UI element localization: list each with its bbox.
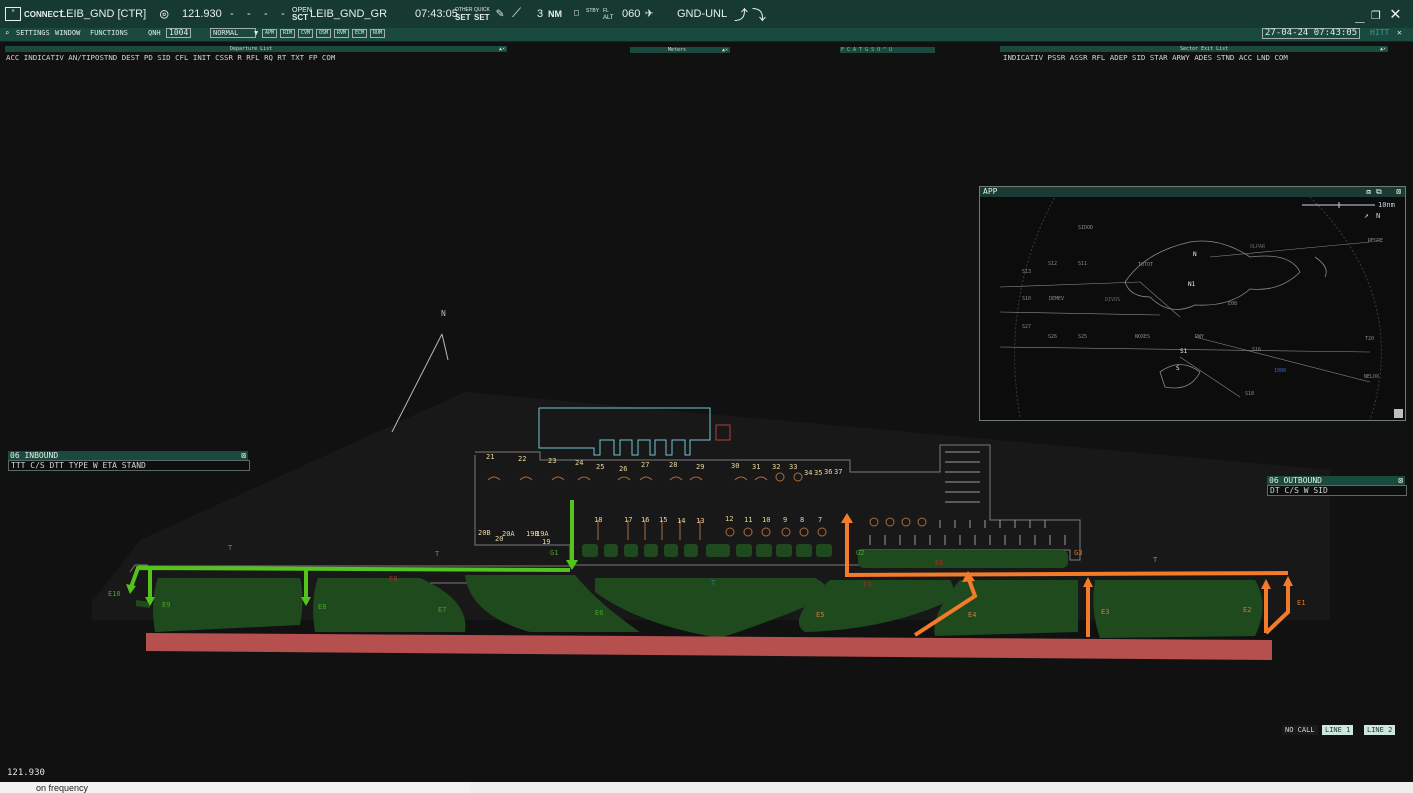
- app-window-controls-icon[interactable]: ⧈ ⧉ ⊠: [1366, 187, 1401, 197]
- fix-noxes[interactable]: NOXES: [1135, 334, 1150, 340]
- fix-nelox[interactable]: NELOX: [1364, 374, 1379, 380]
- line-1-button[interactable]: LINE 1: [1322, 725, 1354, 735]
- fix-s25[interactable]: S25: [1078, 334, 1087, 340]
- fix-demev[interactable]: DEMEV: [1049, 296, 1064, 302]
- app-coastline: [1124, 240, 1327, 389]
- fix-s10[interactable]: S10: [1022, 296, 1031, 302]
- inbound-titlebar[interactable]: 06 INBOUND ⊠: [8, 451, 248, 460]
- app-title: APP: [983, 187, 998, 196]
- app-radar-map[interactable]: [980, 197, 1405, 420]
- fix-s11[interactable]: S11: [1078, 261, 1087, 267]
- fix-s16[interactable]: S16: [1252, 347, 1261, 353]
- outbound-titlebar[interactable]: 06 OUTBOUND ⊠: [1267, 476, 1405, 485]
- fix-regre[interactable]: REGRE: [1368, 238, 1383, 244]
- fix-rwy[interactable]: RWY: [1195, 334, 1204, 340]
- fix-s12[interactable]: S12: [1048, 261, 1057, 267]
- fix-tutot[interactable]: TUTOT: [1138, 262, 1153, 268]
- outbound-close-icon[interactable]: ⊠: [1398, 476, 1403, 485]
- fix-e08[interactable]: E08: [1228, 301, 1237, 307]
- inbound-close-icon[interactable]: ⊠: [241, 451, 246, 460]
- altitude-1000: 1000: [1274, 368, 1287, 374]
- outbound-columns: DT C/S W SID: [1267, 485, 1407, 496]
- fix-n[interactable]: N: [1193, 251, 1197, 258]
- fix-s[interactable]: S: [1176, 365, 1180, 372]
- fix-s26[interactable]: S26: [1048, 334, 1057, 340]
- inbound-title: 06 INBOUND: [10, 451, 59, 460]
- fix-sidod[interactable]: SIDOD: [1078, 225, 1093, 231]
- fix-s1[interactable]: S1: [1180, 348, 1187, 355]
- inbound-columns: TTT C/S DTT TYPE W ETA STAND: [8, 460, 250, 471]
- fix-s27[interactable]: S27: [1022, 324, 1031, 330]
- fix-t20[interactable]: T20: [1365, 336, 1374, 342]
- app-scale-label: 10nm: [1378, 201, 1395, 209]
- app-north-label: N: [1376, 212, 1381, 220]
- north-label: N: [441, 309, 446, 318]
- fix-s13[interactable]: S13: [1022, 269, 1031, 275]
- fix-olpar[interactable]: OLPAR: [1250, 244, 1265, 250]
- app-scale-bar: [1302, 202, 1375, 208]
- line-2-button[interactable]: LINE 2: [1364, 725, 1396, 735]
- resize-handle-icon[interactable]: [1394, 409, 1403, 418]
- fix-s18[interactable]: S18: [1245, 391, 1254, 397]
- app-north-arrow-icon: ↗: [1364, 211, 1369, 220]
- outbound-title: 06 OUTBOUND: [1269, 476, 1322, 485]
- active-frequency: 121.930: [7, 768, 45, 778]
- app-arcs: [1014, 197, 1382, 420]
- fix-divos[interactable]: DIVOS: [1105, 297, 1120, 303]
- fix-n1[interactable]: N1: [1188, 281, 1195, 288]
- status-strip: [470, 782, 1413, 793]
- command-line-text[interactable]: on frequency: [36, 783, 88, 793]
- app-titlebar[interactable]: APP ⧈ ⧉ ⊠: [980, 187, 1405, 197]
- no-call-indicator: NO CALL: [1282, 725, 1318, 735]
- app-window[interactable]: APP ⧈ ⧉ ⊠ 10nm N ↗ SIDOD TUTOT REGRE OLP…: [979, 186, 1406, 421]
